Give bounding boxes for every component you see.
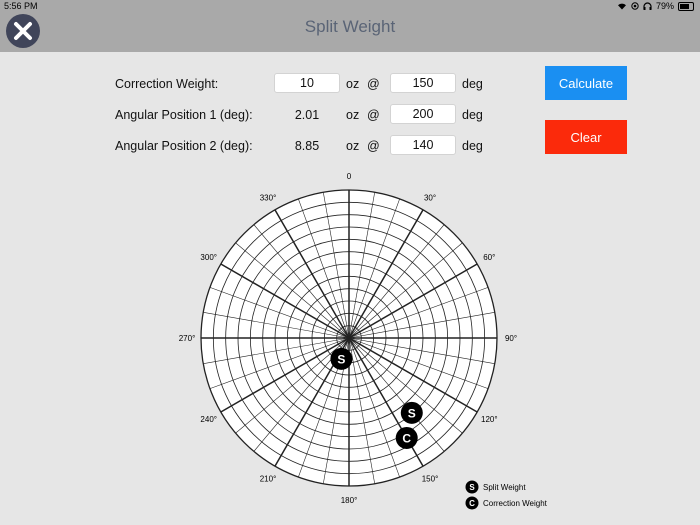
polar-angle-label: 240° (200, 415, 217, 424)
polar-angle-label: 180° (341, 496, 358, 505)
polar-angle-label: 0 (347, 172, 352, 181)
polar-angle-label: 270° (179, 334, 196, 343)
polar-chart: 0 30° 60° 90° 120° 150° 180° 210° 240° 270° 300° 33… (179, 172, 548, 510)
marker-label: C (402, 431, 411, 445)
marker-label: S (408, 406, 416, 420)
polar-angle-label: 150° (422, 474, 439, 483)
polar-angle-label: 300° (200, 253, 217, 262)
polar-angle-label: 210° (260, 474, 277, 483)
polar-angle-label: 30° (424, 194, 436, 203)
polar-angle-label: 330° (260, 194, 277, 203)
legend-label: Correction Weight (483, 499, 548, 508)
marker-label: S (337, 352, 345, 366)
polar-angle-label: 90° (505, 334, 517, 343)
legend-label: Split Weight (483, 483, 526, 492)
legend-symbol-label: S (469, 483, 475, 492)
polar-angle-label: 60° (483, 253, 495, 262)
polar-angle-label: 120° (481, 415, 498, 424)
legend-symbol-label: C (469, 499, 475, 508)
